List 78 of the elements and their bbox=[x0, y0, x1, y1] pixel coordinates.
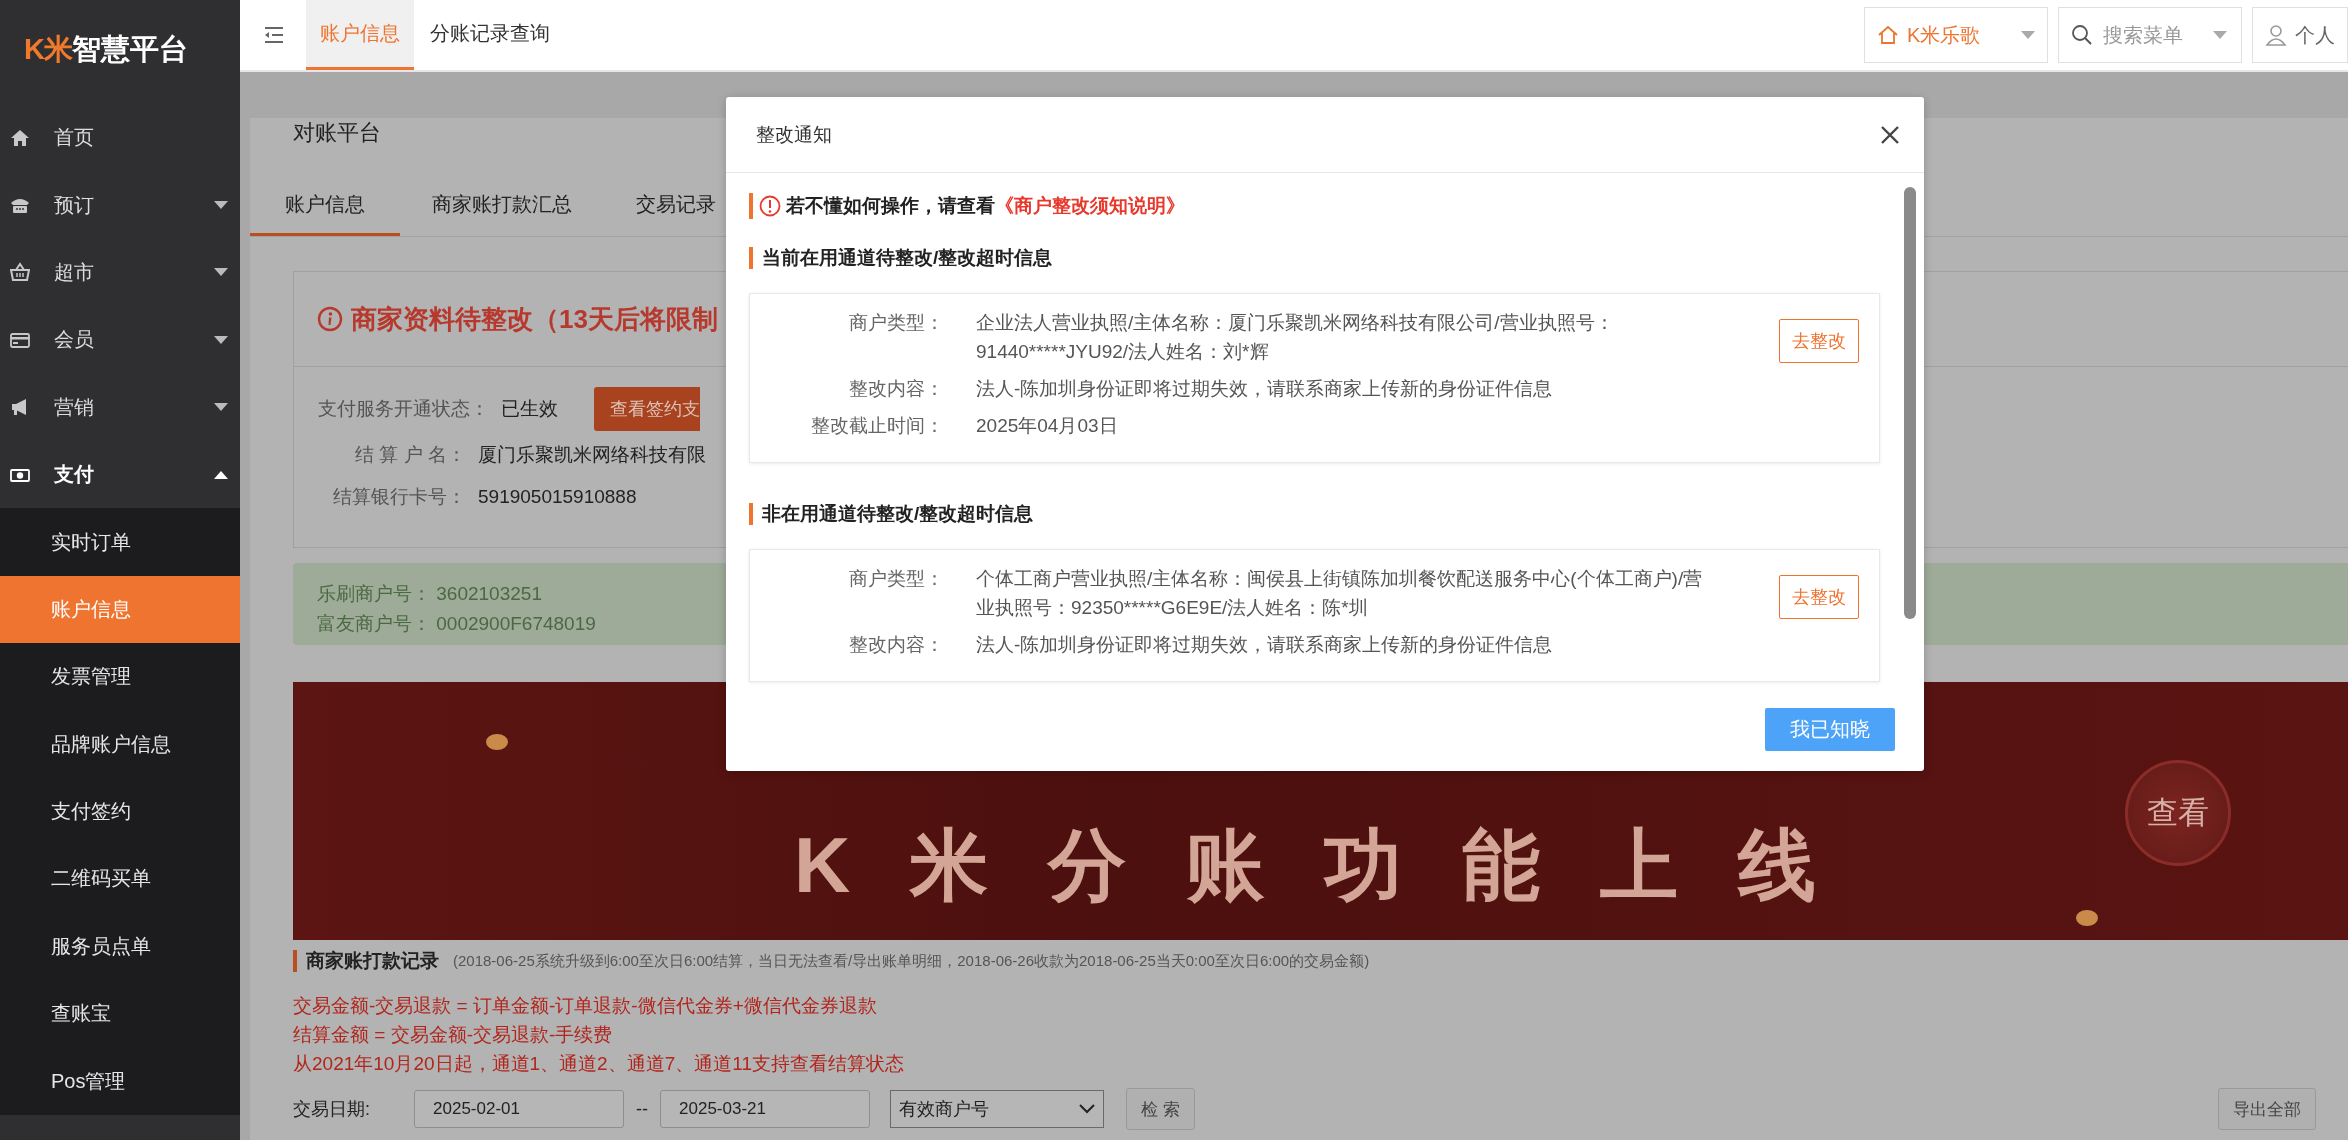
banner-headline: K米分账功能上线 bbox=[794, 819, 1877, 911]
section-heading: 当前在用通道待整改/整改超时信息 bbox=[749, 247, 1053, 269]
sidebar-subitem[interactable]: 服务员点单 bbox=[0, 912, 240, 981]
home-icon bbox=[10, 127, 30, 148]
caret-icon bbox=[2213, 31, 2227, 39]
sidebar-subitem[interactable]: 二维码买单 bbox=[0, 845, 240, 913]
basket-icon bbox=[10, 262, 30, 283]
coin-icon bbox=[2075, 908, 2099, 928]
house-icon bbox=[1877, 24, 1899, 46]
date-label: 交易日期: bbox=[293, 1098, 370, 1121]
collapse-menu-icon[interactable] bbox=[264, 26, 284, 44]
sidebar-subitem[interactable]: 查账宝 bbox=[0, 980, 240, 1048]
alert-title: 商家资料待整改（13天后将限制 bbox=[351, 302, 718, 336]
warning-icon bbox=[759, 195, 781, 217]
page-tab[interactable]: 账户信息 bbox=[250, 176, 400, 236]
section-heading: 非在用通道待整改/整改超时信息 bbox=[749, 503, 1034, 525]
merchant-id-text: 富友商户号： 0002900F6748019 bbox=[317, 612, 596, 636]
field-label: 整改内容： bbox=[848, 633, 944, 657]
page-title: 对账平台 bbox=[293, 119, 381, 147]
view-contract-button[interactable]: 查看签约支 bbox=[594, 387, 700, 431]
sidebar-subitem[interactable]: 品牌账户信息 bbox=[0, 710, 240, 778]
close-button[interactable] bbox=[1880, 124, 1900, 145]
sidebar-item[interactable]: 营销 bbox=[0, 373, 240, 441]
sidebar-subitem[interactable]: Pos管理 bbox=[0, 1047, 240, 1115]
guide-link[interactable]: 《商户整改须知说明》 bbox=[995, 195, 1185, 216]
search-button[interactable]: 检 索 bbox=[1126, 1088, 1195, 1130]
sidebar-item[interactable]: 支付 bbox=[0, 440, 240, 509]
scrollbar-thumb[interactable] bbox=[1904, 187, 1916, 619]
field-label: 结算银行卡号： bbox=[332, 485, 466, 509]
export-all-button[interactable]: 导出全部 bbox=[2218, 1088, 2316, 1130]
end-date-field[interactable]: 2025-03-21 bbox=[660, 1090, 870, 1128]
person-icon bbox=[2265, 24, 2287, 46]
sidebar-item[interactable]: 超市 bbox=[0, 238, 240, 307]
close-icon bbox=[1880, 124, 1900, 145]
search-input[interactable]: 搜索菜单 bbox=[2101, 22, 2205, 48]
search-icon bbox=[2071, 24, 2093, 46]
page-tab[interactable]: 交易记录 bbox=[604, 176, 720, 236]
section-note: (2018-06-25系统升级到6:00至次日6:00结算，当日无法查看/导出账单明细，2018-06-26收款为2018-06-25当天0:00至次日6:00的交易金额) bbox=[453, 951, 1370, 971]
field-value: 厦门乐聚凯米网络科技有限 bbox=[478, 443, 706, 467]
field-label: 商户类型： bbox=[848, 567, 944, 591]
field-label: 商户类型： bbox=[848, 311, 944, 335]
field-value: 已生效 bbox=[501, 397, 558, 421]
field-value: 591905015910888 bbox=[478, 486, 637, 508]
formula-text: 交易金额-交易退款 = 订单金额-订单退款-微信代金券+微信代金券退款 bbox=[293, 994, 878, 1018]
caret-icon bbox=[2021, 31, 2035, 39]
sidebar-item[interactable]: 会员 bbox=[0, 306, 240, 374]
field-label: 整改截止时间： bbox=[810, 414, 944, 438]
sidebar-subitem[interactable]: 支付签约 bbox=[0, 777, 240, 846]
sidebar-subitem[interactable]: 发票管理 bbox=[0, 643, 240, 711]
coin-icon bbox=[485, 732, 509, 752]
chevron-down-icon bbox=[1079, 1104, 1095, 1114]
formula-text: 从2021年10月20日起，通道1、通道2、通道7、通道11支持查看结算状态 bbox=[293, 1052, 905, 1076]
dialog-title: 整改通知 bbox=[756, 122, 832, 147]
top-tab[interactable]: 分账记录查询 bbox=[416, 0, 564, 70]
field-value: 企业法人营业执照/主体名称：厦门乐聚凯米网络科技有限公司/营业执照号：91440*****JYU92/法人姓名：刘*辉 bbox=[976, 311, 1615, 364]
menu-search-field[interactable]: 搜索菜单 bbox=[2058, 7, 2242, 63]
sidebar-item[interactable]: 预订 bbox=[0, 171, 240, 239]
banner-view-button[interactable]: 查看 bbox=[2125, 760, 2231, 866]
sidebar-item[interactable]: 首页 bbox=[0, 104, 240, 172]
user-menu[interactable]: 个人 bbox=[2252, 7, 2348, 63]
page-tab[interactable]: 商家账打款汇总 bbox=[400, 176, 604, 236]
field-label: 支付服务开通状态： bbox=[318, 397, 489, 421]
section-title: 商家账打款记录 bbox=[293, 950, 439, 972]
guide-notice-text: 若不懂如何操作，请查看《商户整改须知说明》 bbox=[786, 194, 1185, 218]
field-value: 2025年04月03日 bbox=[976, 414, 1119, 438]
date-separator: -- bbox=[636, 1098, 648, 1120]
start-date-field[interactable]: 2025-02-01 bbox=[414, 1090, 624, 1128]
formula-text: 结算金额 = 交易金额-交易退款-手续费 bbox=[293, 1023, 614, 1047]
sidebar-subitem[interactable]: 实时订单 bbox=[0, 508, 240, 576]
merchant-select[interactable]: 有效商户号 bbox=[890, 1090, 1104, 1128]
logo: K米智慧平台 bbox=[24, 32, 188, 67]
field-label: 整改内容： bbox=[848, 377, 944, 401]
merchant-id-text: 乐刷商户号： 3602103251 bbox=[317, 582, 542, 606]
field-value: 个体工商户营业执照/主体名称：闽侯县上街镇陈加圳餐饮配送服务中心(个体工商户)/营业执照号：92350*****G6E9E/法人姓名：陈*圳 bbox=[976, 567, 1704, 620]
field-label: 结 算 户 名： bbox=[354, 443, 466, 467]
field-value: 法人-陈加圳身份证即将过期失效，请联系商家上传新的身份证件信息 bbox=[976, 633, 1554, 657]
field-value: 法人-陈加圳身份证即将过期失效，请联系商家上传新的身份证件信息 bbox=[976, 377, 1554, 401]
info-icon bbox=[317, 306, 343, 332]
